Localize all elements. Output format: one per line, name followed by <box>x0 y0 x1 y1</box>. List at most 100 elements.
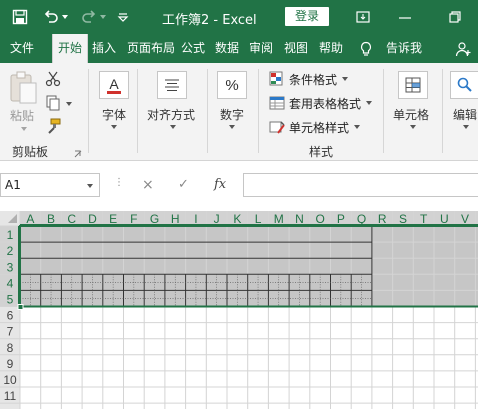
cells-button[interactable]: 单元格 <box>393 106 429 123</box>
column-header-b[interactable]: B <box>47 212 55 226</box>
row-header-8[interactable]: 8 <box>7 341 14 355</box>
ribbon-display-options-icon[interactable] <box>356 10 370 24</box>
formula-bar-grip-icon[interactable]: ⋮ <box>114 177 124 188</box>
undo-icon[interactable] <box>42 8 60 26</box>
share-person-icon[interactable] <box>455 41 471 57</box>
save-icon[interactable] <box>11 8 29 26</box>
ribbon-separator <box>442 69 443 153</box>
font-icon[interactable]: A <box>99 71 129 99</box>
column-header-s[interactable]: S <box>399 212 407 226</box>
formula-input[interactable] <box>243 173 478 197</box>
worksheet-grid[interactable]: A B C D E F G H I J K L M N O P Q R S T U V 1 2 3 4 5 6 7 8 9 10 11 <box>0 211 478 409</box>
conditional-format-button[interactable]: 条件格式 <box>269 70 349 88</box>
tab-help[interactable]: 帮助 <box>319 34 347 63</box>
ribbon-tabs: 文件 开始 插入 页面布局 公式 数据 审阅 视图 帮助 告诉我 <box>0 34 478 63</box>
row-header-7[interactable]: 7 <box>7 325 14 339</box>
tell-me-search[interactable]: 告诉我 <box>386 34 426 63</box>
tab-view[interactable]: 视图 <box>284 34 312 63</box>
clipboard-launcher-icon[interactable] <box>74 147 82 158</box>
fill-handle[interactable] <box>17 304 24 310</box>
cancel-entry-button[interactable]: × <box>142 177 154 193</box>
font-dropdown-icon[interactable] <box>111 125 117 129</box>
restore-icon[interactable] <box>448 10 462 24</box>
cell-styles-icon <box>269 119 285 135</box>
column-header-m[interactable]: M <box>274 212 284 226</box>
customize-toolbar-icon[interactable] <box>114 8 132 26</box>
column-header-i[interactable]: I <box>194 212 197 226</box>
redo-icon[interactable] <box>80 8 98 26</box>
ribbon-separator <box>383 69 384 153</box>
cut-icon[interactable] <box>45 71 61 87</box>
column-header-g[interactable]: G <box>150 212 159 226</box>
undo-dropdown-icon[interactable] <box>60 8 70 26</box>
insert-function-button[interactable]: fx <box>214 177 226 192</box>
name-box[interactable]: A1 <box>0 173 100 197</box>
ribbon-separator <box>258 69 259 153</box>
cells-icon[interactable] <box>398 71 428 99</box>
number-dropdown-icon[interactable] <box>229 125 235 129</box>
tab-file[interactable]: 文件 <box>10 34 38 63</box>
paste-icon[interactable] <box>8 71 38 105</box>
copy-dropdown-icon[interactable] <box>66 102 72 106</box>
font-button[interactable]: 字体 <box>102 106 126 123</box>
cell-styles-label: 单元格样式 <box>289 120 350 135</box>
tab-insert[interactable]: 插入 <box>92 34 120 63</box>
row-header-2[interactable]: 2 <box>7 244 14 258</box>
column-header-n[interactable]: N <box>295 212 304 226</box>
column-header-k[interactable]: K <box>233 212 241 226</box>
redo-dropdown-icon[interactable] <box>98 8 108 26</box>
column-header-h[interactable]: H <box>171 212 180 226</box>
cell-styles-dropdown-icon <box>354 125 361 129</box>
editing-dropdown-icon[interactable] <box>463 125 469 129</box>
worksheet-canvas[interactable]: A B C D E F G H I J K L M N O P Q R S T U V 1 2 3 4 5 6 7 8 9 10 11 <box>0 211 478 409</box>
column-header-q[interactable]: Q <box>357 212 366 226</box>
format-as-table-label: 套用表格格式 <box>289 96 362 111</box>
copy-icon[interactable] <box>45 95 61 111</box>
row-header-5[interactable]: 5 <box>7 293 14 307</box>
column-header-o[interactable]: O <box>315 212 324 226</box>
editing-button[interactable]: 编辑 <box>453 106 477 123</box>
column-header-j[interactable]: J <box>214 212 220 226</box>
paste-dropdown-icon[interactable] <box>21 127 27 131</box>
column-header-p[interactable]: P <box>337 212 345 226</box>
styles-group-label: 样式 <box>309 145 334 159</box>
tab-home[interactable]: 开始 <box>52 34 88 63</box>
alignment-icon[interactable] <box>157 71 187 99</box>
row-header-6[interactable]: 6 <box>7 309 14 323</box>
row-header-9[interactable]: 9 <box>7 357 14 371</box>
column-header-a[interactable]: A <box>26 212 34 226</box>
number-button[interactable]: 数字 <box>220 106 244 123</box>
format-as-table-button[interactable]: 套用表格格式 <box>269 94 373 112</box>
row-header-4[interactable]: 4 <box>7 276 14 290</box>
cells-dropdown-icon[interactable] <box>410 125 416 129</box>
paste-button[interactable]: 粘贴 <box>10 107 34 124</box>
tab-review[interactable]: 审阅 <box>249 34 277 63</box>
column-header-t[interactable]: T <box>420 212 428 226</box>
row-header-11[interactable]: 11 <box>4 389 17 403</box>
row-header-1[interactable]: 1 <box>7 228 14 242</box>
minimize-icon[interactable] <box>398 10 412 24</box>
column-header-l[interactable]: L <box>255 212 262 226</box>
column-header-e[interactable]: E <box>109 212 117 226</box>
tab-formulas[interactable]: 公式 <box>181 34 209 63</box>
alignment-button[interactable]: 对齐方式 <box>147 106 195 123</box>
number-format-icon[interactable]: % <box>217 71 247 99</box>
column-header-r[interactable]: R <box>378 212 387 226</box>
column-header-v[interactable]: V <box>461 212 469 226</box>
row-header-3[interactable]: 3 <box>7 260 14 274</box>
tab-page-layout[interactable]: 页面布局 <box>127 34 175 63</box>
login-button[interactable]: 登录 <box>285 7 329 26</box>
cell-styles-button[interactable]: 单元格样式 <box>269 118 361 136</box>
enter-entry-button[interactable]: ✓ <box>178 177 189 192</box>
clipboard-group-label: 剪贴板 <box>12 145 49 159</box>
column-header-f[interactable]: F <box>130 212 137 226</box>
column-header-u[interactable]: U <box>440 212 449 226</box>
alignment-dropdown-icon[interactable] <box>170 125 176 129</box>
column-header-c[interactable]: C <box>67 212 76 226</box>
column-header-d[interactable]: D <box>88 212 97 226</box>
editing-icon[interactable] <box>450 71 478 99</box>
row-header-10[interactable]: 10 <box>3 373 17 387</box>
format-painter-icon[interactable] <box>45 118 61 134</box>
name-box-dropdown-icon[interactable] <box>87 184 93 188</box>
tab-data[interactable]: 数据 <box>215 34 243 63</box>
